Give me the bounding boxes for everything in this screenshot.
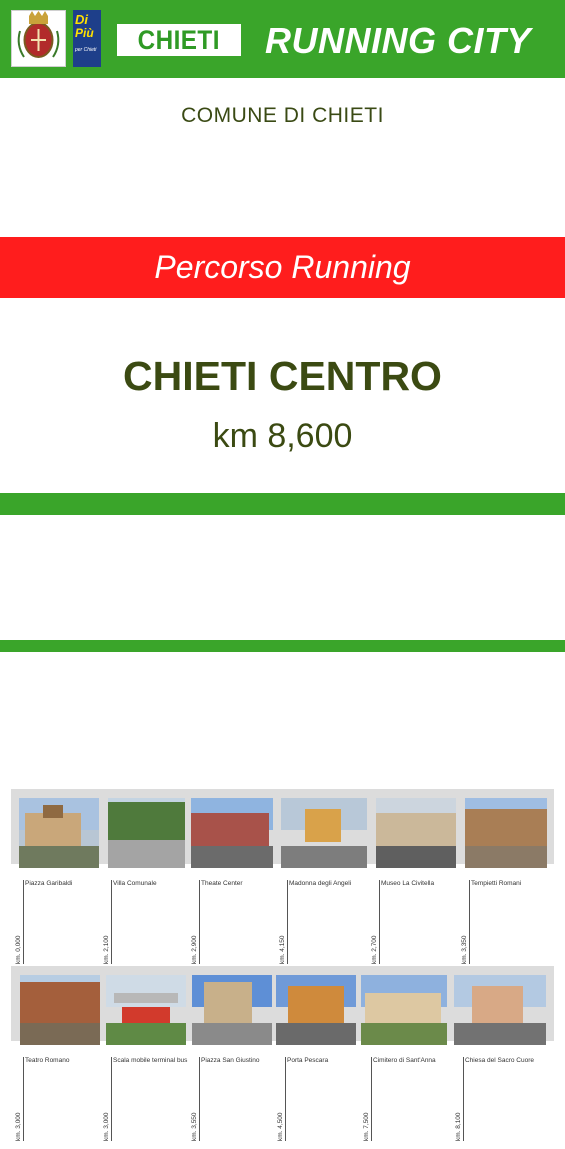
stop-km: km. 2,100 [103, 935, 110, 964]
stop-km: km. 3,000 [103, 1112, 110, 1141]
route-stops-strip-1: Piazza Garibaldi km. 0,000 Villa Comunal… [11, 789, 554, 972]
coat-of-arms-icon [11, 10, 66, 67]
stop-marker-line [199, 880, 200, 964]
stop-name: Madonna degli Angeli [289, 880, 352, 887]
stop-marker-line [463, 1057, 464, 1141]
stop-photo [192, 975, 272, 1045]
city-label: CHIETI [137, 24, 221, 55]
green-divider [0, 493, 565, 515]
route-name: CHIETI CENTRO [123, 353, 442, 399]
stop-marker-line [285, 1057, 286, 1141]
stop-name: Piazza San Giustino [201, 1057, 260, 1064]
stop-km: km. 3,350 [461, 935, 468, 964]
stop-name: Villa Comunale [113, 880, 157, 887]
stop-km: km. 2,900 [191, 935, 198, 964]
stop-marker-line [111, 880, 112, 964]
stop-name: Piazza Garibaldi [25, 880, 73, 887]
route-stop: Tempietti Romani km. 3,350 [457, 789, 554, 972]
route-stop: Piazza San Giustino km. 3,550 [187, 966, 273, 1149]
route-stop: Porta Pescara km. 4,500 [273, 966, 359, 1149]
stop-name: Teatro Romano [25, 1057, 70, 1064]
stop-km: km. 4,150 [279, 935, 286, 964]
stop-km: km. 4,500 [277, 1112, 284, 1141]
stop-name: Theate Center [201, 880, 243, 887]
dipiu-logo: Di Più per Chieti [73, 10, 101, 67]
stop-marker-line [469, 880, 470, 964]
route-length: km 8,600 [212, 417, 353, 455]
route-stop: Chiesa del Sacro Cuore km. 8,100 [451, 966, 554, 1149]
stop-km: km. 8,100 [455, 1112, 462, 1141]
route-stop: Museo La Civitella km. 2,700 [367, 789, 457, 972]
route-stop: Madonna degli Angeli km. 4,150 [275, 789, 367, 972]
stop-photo [19, 798, 99, 868]
stop-km: km. 0,000 [15, 935, 22, 964]
stop-photo [20, 975, 100, 1045]
stop-photo [465, 798, 547, 868]
stop-photo [106, 975, 186, 1045]
route-stop: Villa Comunale km. 2,100 [99, 789, 187, 972]
stop-photo [361, 975, 447, 1045]
stop-marker-line [111, 1057, 112, 1141]
route-stop: Theate Center km. 2,900 [187, 789, 275, 972]
stop-photo [276, 975, 356, 1045]
stop-photo [376, 798, 456, 868]
banner-title: RUNNING CITY [265, 20, 531, 61]
stop-name: Museo La Civitella [381, 880, 435, 887]
stop-km: km. 3,000 [15, 1112, 22, 1141]
stop-km: km. 3,550 [191, 1112, 198, 1141]
stop-name: Tempietti Romani [471, 880, 522, 887]
stop-marker-line [23, 1057, 24, 1141]
stop-name: Chiesa del Sacro Cuore [465, 1057, 535, 1064]
comune-heading: COMUNE DI CHIETI [181, 104, 384, 127]
stop-photo [108, 798, 185, 868]
stop-name: Porta Pescara [287, 1057, 329, 1064]
stop-marker-line [23, 880, 24, 964]
route-stop: Cimitero di Sant'Anna km. 7,500 [359, 966, 451, 1149]
green-divider [0, 640, 565, 652]
stop-km: km. 2,700 [371, 935, 378, 964]
stop-photo [191, 798, 273, 868]
route-stop: Scala mobile terminal bus km. 3,000 [99, 966, 187, 1149]
stop-km: km. 7,500 [363, 1112, 370, 1141]
route-type-label: Percorso Running [154, 249, 411, 285]
stop-marker-line [379, 880, 380, 964]
stop-marker-line [287, 880, 288, 964]
route-stop: Teatro Romano km. 3,000 [11, 966, 100, 1149]
stop-photo [281, 798, 367, 868]
stop-name: Cimitero di Sant'Anna [373, 1057, 436, 1064]
stop-marker-line [199, 1057, 200, 1141]
stop-name: Scala mobile terminal bus [113, 1057, 188, 1064]
stop-photo [454, 975, 546, 1045]
city-label-box: CHIETI [117, 24, 241, 56]
route-stop: Piazza Garibaldi km. 0,000 [11, 789, 99, 972]
route-stops-strip-2: Teatro Romano km. 3,000 Scala mobile ter… [11, 966, 554, 1149]
stop-marker-line [371, 1057, 372, 1141]
